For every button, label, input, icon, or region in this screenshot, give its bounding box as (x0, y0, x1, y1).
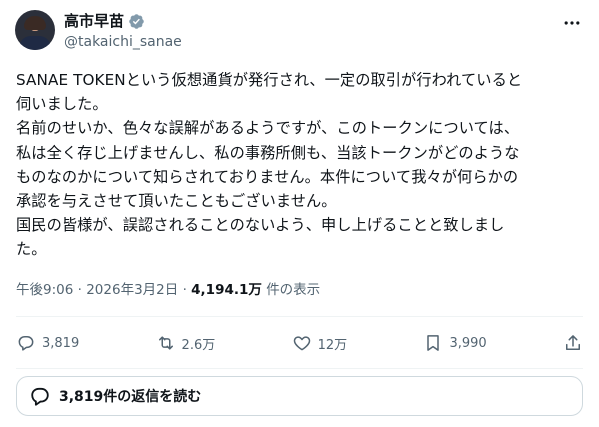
reply-count: 3,819 (42, 335, 80, 351)
tweet-text: SANAE TOKENという仮想通貨が発行され、一定の取引が行われていると 伺い… (16, 71, 523, 259)
tweet-meta: 午後9:06 · 2026年3月2日 · 4,194.1万 件の表示 (16, 281, 320, 299)
read-replies-label: 3,819件の返信を読む (59, 389, 202, 405)
meta-separator: · (77, 282, 82, 298)
author-name-row[interactable]: 高市早苗 (64, 12, 145, 30)
read-replies-button[interactable]: 3,819件の返信を読む (16, 376, 583, 416)
avatar[interactable] (15, 10, 55, 50)
divider (16, 368, 583, 369)
bookmark-count: 3,990 (449, 335, 487, 351)
divider (16, 316, 583, 317)
retweet-icon (158, 336, 173, 350)
bookmark-button[interactable]: 3,990 (423, 333, 487, 353)
more-horizontal-icon (564, 21, 580, 25)
reply-icon (18, 336, 34, 351)
verified-badge-icon (129, 13, 144, 29)
author-name[interactable]: 高市早苗 (64, 12, 124, 30)
tweet-time[interactable]: 午後9:06 (16, 282, 73, 298)
share-button[interactable] (563, 333, 583, 353)
more-options-button[interactable] (561, 12, 583, 34)
heart-icon (293, 336, 310, 351)
bookmark-icon (427, 335, 440, 351)
author-handle[interactable]: @takaichi_sanae (64, 33, 182, 51)
retweet-count: 2.6万 (181, 337, 216, 353)
tweet-date[interactable]: 2026年3月2日 (86, 282, 178, 298)
views-count: 4,194.1万 (191, 282, 262, 298)
share-icon (565, 335, 580, 350)
meta-separator: · (182, 282, 187, 298)
like-count: 12万 (317, 337, 348, 353)
views-label: 件の表示 (266, 282, 321, 298)
retweet-button[interactable]: 2.6万 (156, 333, 216, 353)
like-button[interactable]: 12万 (292, 333, 348, 353)
chat-bubble-icon (31, 387, 49, 406)
reply-button[interactable]: 3,819 (16, 333, 79, 353)
action-bar: 3,819 2.6万 12万 3,990 (16, 330, 583, 356)
